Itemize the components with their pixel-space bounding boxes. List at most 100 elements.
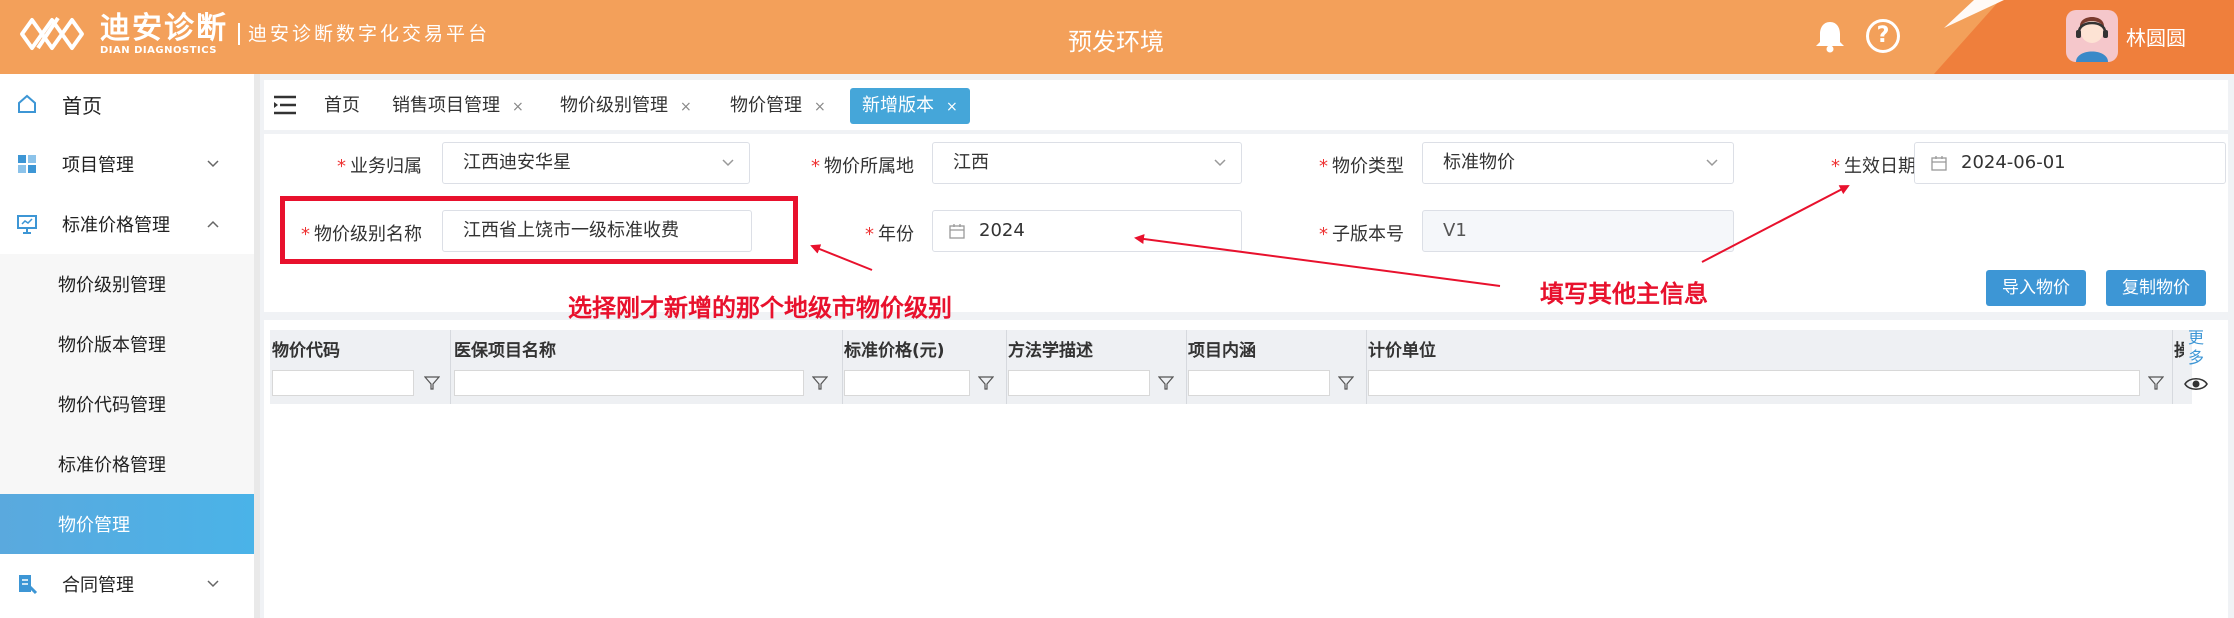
- menu-toggle-icon[interactable]: [272, 94, 298, 116]
- column-header[interactable]: 标准价格(元): [844, 336, 945, 361]
- logo-subtitle: DIAN DIAGNOSTICS: [100, 44, 217, 56]
- home-icon: [18, 94, 36, 113]
- filter-icon[interactable]: [1158, 375, 1174, 391]
- label-text: 年份: [878, 224, 914, 245]
- tab-close-icon[interactable]: ×: [946, 99, 958, 115]
- label-text: 物价所属地: [824, 156, 914, 177]
- filter-input[interactable]: [272, 370, 414, 396]
- label-text: 子版本号: [1332, 224, 1404, 245]
- label-text: 生效日期: [1844, 156, 1916, 177]
- tab-close-icon[interactable]: ×: [680, 99, 692, 115]
- chevron-down-icon: [1214, 159, 1226, 167]
- brand-logo[interactable]: 迪安诊断 DIAN DIAGNOSTICS 迪安诊断数字化交易平台: [18, 12, 490, 56]
- filter-icon[interactable]: [1338, 375, 1354, 391]
- copy-price-button[interactable]: 复制物价: [2106, 270, 2206, 306]
- required-mark: *: [337, 156, 346, 177]
- required-mark: *: [865, 224, 874, 245]
- column-header[interactable]: 计价单位: [1368, 336, 1436, 361]
- filter-input[interactable]: [1188, 370, 1330, 396]
- date-value: 2024-06-01: [1961, 152, 2066, 173]
- filter-icon[interactable]: [424, 375, 440, 391]
- price-region-select[interactable]: 江西: [932, 142, 1242, 184]
- tab-close-icon[interactable]: ×: [512, 99, 524, 115]
- tab-label: 物价管理: [730, 95, 802, 116]
- tab-new-version[interactable]: 新增版本 ×: [850, 88, 970, 124]
- tab-sales-project[interactable]: 销售项目管理 ×: [392, 88, 524, 124]
- column-header[interactable]: 医保项目名称: [454, 336, 556, 361]
- tab-price-mgmt[interactable]: 物价管理 ×: [730, 88, 826, 124]
- calendar-icon: [1931, 156, 1947, 171]
- sidebar-item-project-mgmt[interactable]: 项目管理: [0, 134, 254, 194]
- filter-input[interactable]: [1368, 370, 2140, 396]
- chevron-down-icon: [207, 160, 219, 168]
- sidebar-subitem-price-version[interactable]: 物价版本管理: [0, 314, 254, 374]
- tab-label: 首页: [324, 95, 360, 116]
- tab-bar: 首页 销售项目管理 × 物价级别管理 × 物价管理 × 新增版本 ×: [264, 80, 2228, 130]
- sidebar-item-label: 项目管理: [62, 155, 134, 176]
- sidebar-item-label: 合同管理: [62, 575, 134, 596]
- chevron-down-icon: [1706, 159, 1718, 167]
- year-picker[interactable]: 2024: [932, 210, 1242, 252]
- column-header[interactable]: 方法学描述: [1008, 336, 1093, 361]
- tab-close-icon[interactable]: ×: [814, 99, 826, 115]
- sidebar-subitem-price-mgmt[interactable]: 物价管理: [0, 494, 254, 554]
- filter-icon[interactable]: [2148, 375, 2164, 391]
- chevron-down-icon: [722, 159, 734, 167]
- select-value: 标准物价: [1443, 152, 1515, 173]
- filter-input[interactable]: [1008, 370, 1150, 396]
- sidebar-item-contract-mgmt[interactable]: 合同管理: [0, 554, 254, 614]
- eye-icon[interactable]: [2184, 376, 2208, 392]
- dian-logo-icon: [20, 16, 84, 50]
- chevron-down-icon: [207, 580, 219, 588]
- effective-date-picker[interactable]: 2024-06-01: [1914, 142, 2226, 184]
- price-type-select[interactable]: 标准物价: [1422, 142, 1734, 184]
- year-value: 2024: [979, 220, 1025, 241]
- column-divider: [842, 330, 843, 404]
- sidebar-subitem-standard-price[interactable]: 标准价格管理: [0, 434, 254, 494]
- sidebar-subitem-label: 物价级别管理: [58, 275, 166, 296]
- platform-name: 迪安诊断数字化交易平台: [238, 23, 490, 45]
- filter-icon[interactable]: [812, 375, 828, 391]
- column-header[interactable]: 项目内涵: [1188, 336, 1256, 361]
- sidebar-subitem-price-level[interactable]: 物价级别管理: [0, 254, 254, 314]
- user-name[interactable]: 林圆圆: [2126, 22, 2186, 51]
- sidebar-item-standard-price-mgmt[interactable]: 标准价格管理: [0, 194, 254, 254]
- required-mark: *: [1319, 156, 1328, 177]
- effective-date-label: * 生效日期: [1784, 152, 1916, 178]
- business-unit-label: * 业务归属: [264, 152, 422, 178]
- tab-price-level[interactable]: 物价级别管理 ×: [560, 88, 692, 124]
- sidebar-item-home[interactable]: 首页: [0, 74, 254, 134]
- sidebar-subitem-price-code[interactable]: 物价代码管理: [0, 374, 254, 434]
- sidebar-subitem-label: 物价管理: [58, 515, 130, 536]
- sidebar-subitem-label: 物价代码管理: [58, 395, 166, 416]
- annotation-note-left: 选择刚才新增的那个地级市物价级别: [568, 294, 952, 322]
- column-divider: [1006, 330, 1007, 404]
- required-mark: *: [1319, 224, 1328, 245]
- filter-input[interactable]: [844, 370, 970, 396]
- top-header-bar: 迪安诊断 DIAN DIAGNOSTICS 迪安诊断数字化交易平台 预发环境 ?…: [0, 0, 2234, 74]
- price-type-label: * 物价类型: [1264, 152, 1404, 178]
- sidebar-item-label: 标准价格管理: [62, 215, 170, 236]
- tab-label: 新增版本: [862, 95, 934, 116]
- user-avatar[interactable]: [2066, 10, 2118, 62]
- filter-input[interactable]: [454, 370, 804, 396]
- more-columns-button[interactable]: 更多: [2186, 328, 2206, 368]
- column-header-clipped[interactable]: 操: [2174, 336, 2184, 361]
- business-unit-select[interactable]: 江西迪安华星: [442, 142, 750, 184]
- filter-icon[interactable]: [978, 375, 994, 391]
- column-header[interactable]: 物价代码: [272, 336, 340, 361]
- sidebar-scrollbar[interactable]: [254, 74, 260, 618]
- tab-label: 物价级别管理: [560, 95, 668, 116]
- chevron-up-icon: [207, 220, 219, 228]
- select-value: 江西迪安华星: [463, 152, 571, 173]
- grid-icon: [18, 155, 36, 173]
- column-divider: [450, 330, 451, 404]
- help-icon[interactable]: ?: [1866, 19, 1900, 53]
- column-divider: [1366, 330, 1367, 404]
- tab-home[interactable]: 首页: [324, 88, 360, 124]
- notification-bell-icon[interactable]: [1812, 18, 1848, 54]
- import-price-button[interactable]: 导入物价: [1986, 270, 2086, 306]
- avatar-person-icon: [2076, 17, 2108, 62]
- column-divider: [2172, 330, 2173, 404]
- input-value: V1: [1443, 220, 1467, 241]
